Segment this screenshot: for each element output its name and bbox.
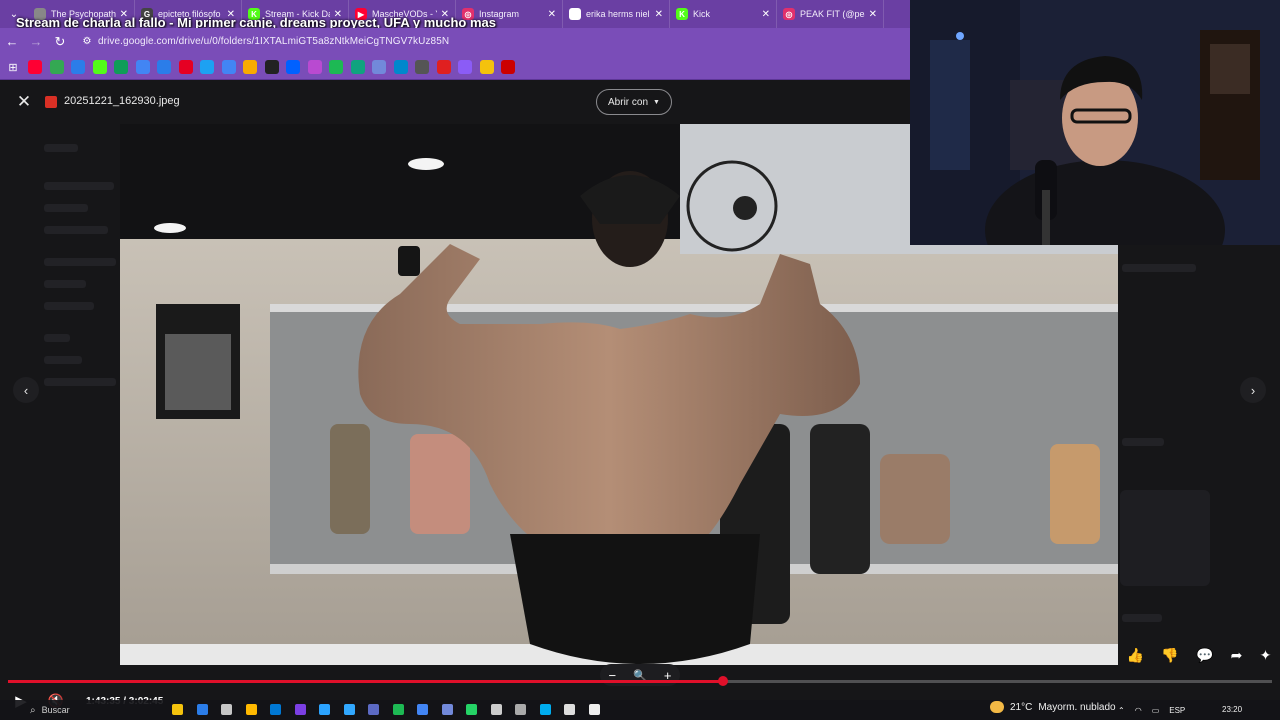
bookmark-icon[interactable] — [436, 60, 451, 74]
dislike-icon[interactable]: 👎 — [1161, 647, 1178, 664]
bookmarks-bar: ⊞ — [0, 55, 910, 80]
taskbar-app-icon[interactable] — [294, 704, 306, 715]
like-icon[interactable]: 👍 — [1127, 647, 1144, 664]
tab-close-icon[interactable]: ✕ — [762, 9, 770, 20]
weather-temp: 21°C — [1010, 701, 1033, 713]
file-name: 20251221_162930.jpeg — [64, 95, 180, 107]
weather-widget[interactable]: 21°C Mayorm. nublado — [990, 701, 1116, 713]
taskbar-app-icon[interactable] — [441, 704, 453, 715]
wifi-icon[interactable]: ◠ — [1135, 706, 1142, 715]
weather-icon — [990, 701, 1004, 713]
taskbar-app-icon[interactable] — [368, 704, 379, 715]
tray-overflow-icon[interactable]: ⌃ — [1118, 706, 1125, 715]
bookmark-icon[interactable] — [415, 60, 429, 74]
bookmark-icon[interactable] — [479, 60, 494, 74]
address-bar: ← → ↻ ⚙ drive.google.com/drive/u/0/folde… — [0, 28, 910, 55]
url-field[interactable]: drive.google.com/drive/u/0/folders/1IXTA… — [98, 36, 449, 47]
bookmark-icon[interactable] — [221, 60, 236, 74]
bookmark-icon[interactable] — [393, 60, 408, 74]
taskbar-app-icon[interactable] — [245, 704, 257, 715]
close-icon[interactable]: ✕ — [14, 92, 34, 112]
browser-tab[interactable]: Gerika herms niel ✕ — [563, 0, 670, 28]
bookmark-icon[interactable] — [264, 60, 279, 74]
taskbar-app-icon[interactable] — [319, 704, 330, 715]
chevron-down-icon: ▼ — [653, 98, 660, 106]
bookmark-icon[interactable] — [28, 60, 42, 74]
monitor-icon[interactable]: ▭ — [1152, 706, 1160, 715]
image-file-icon — [45, 96, 57, 108]
bookmark-icon[interactable] — [458, 60, 472, 74]
bookmark-icon[interactable] — [92, 60, 107, 74]
clock[interactable]: 23:20 — [1222, 705, 1242, 714]
webcam-overlay — [910, 0, 1280, 245]
viewer-header: ✕ 20251221_162930.jpeg Abrir con ▼ — [0, 80, 910, 124]
taskbar-app-icon[interactable] — [466, 704, 477, 715]
player-actions: 👍 👎 💬 ➦ ✦ — [1118, 641, 1280, 669]
forward-icon[interactable]: → — [24, 28, 48, 55]
back-icon[interactable]: ← — [0, 28, 24, 55]
taskbar-search[interactable]: ⌕ Buscar — [30, 702, 70, 718]
bookmark-icon[interactable] — [135, 60, 150, 74]
video-progress-fill — [8, 680, 724, 683]
bookmark-icon[interactable] — [350, 60, 365, 74]
open-with-button[interactable]: Abrir con ▼ — [596, 89, 672, 115]
open-with-label: Abrir con — [608, 96, 649, 108]
site-info-icon[interactable]: ⚙ — [80, 35, 94, 49]
streamer-webcam — [910, 0, 1280, 245]
share-icon[interactable]: ➦ — [1231, 647, 1243, 664]
tab-title: Kick — [693, 9, 711, 19]
bookmark-icon[interactable] — [286, 60, 300, 74]
next-file-icon[interactable]: › — [1240, 377, 1266, 403]
tab-favicon-icon: K — [676, 8, 688, 20]
bookmark-icon[interactable] — [372, 60, 386, 74]
sparkle-icon[interactable]: ✦ — [1260, 647, 1272, 664]
taskbar-app-icon[interactable] — [270, 704, 281, 715]
comment-icon[interactable]: 💬 — [1196, 647, 1213, 664]
taskbar-app-icon[interactable] — [564, 704, 575, 715]
bookmark-icon[interactable] — [243, 60, 257, 74]
taskbar-app-icon[interactable] — [221, 704, 232, 715]
previous-file-icon[interactable]: ‹ — [13, 377, 39, 403]
bookmark-icon[interactable] — [71, 60, 85, 74]
taskbar-app-icon[interactable] — [343, 704, 355, 715]
bookmark-icon[interactable] — [200, 60, 214, 74]
tab-close-icon[interactable]: ✕ — [655, 9, 663, 20]
taskbar-app-icon[interactable] — [539, 704, 551, 715]
bookmark-icon[interactable] — [114, 60, 128, 74]
taskbar-app-icon[interactable] — [392, 704, 404, 715]
taskbar-app-icon[interactable] — [172, 704, 183, 715]
bookmark-icon[interactable] — [501, 60, 515, 74]
browser-tab[interactable]: ◎ PEAK FIT (@peakf ✕ — [777, 0, 884, 28]
screen: ⌄ The Psychopath in✕Gepicteto filósofo✕K… — [0, 0, 1280, 720]
search-placeholder: Buscar — [41, 705, 70, 715]
tab-close-icon[interactable]: ✕ — [548, 9, 556, 20]
bookmark-icon[interactable] — [329, 60, 343, 74]
tab-close-icon[interactable]: ✕ — [869, 9, 877, 20]
taskbar-app-icon[interactable] — [588, 704, 600, 715]
taskbar-app-icon[interactable] — [417, 704, 428, 715]
taskbar-app-icon[interactable] — [196, 704, 208, 715]
bookmark-icon[interactable] — [178, 60, 193, 74]
video-progress-bar[interactable] — [8, 676, 1272, 686]
bookmark-icon[interactable] — [157, 60, 171, 74]
tab-favicon-icon: ◎ — [783, 8, 795, 20]
search-icon: ⌕ — [30, 704, 36, 716]
language-indicator[interactable]: ESP — [1169, 706, 1185, 715]
tab-favicon-icon: G — [569, 8, 581, 20]
browser-tab[interactable]: K Kick ✕ — [670, 0, 777, 28]
system-tray: ⌃ ◠ ▭ ESP — [1118, 700, 1195, 720]
taskbar-app-icon[interactable] — [490, 704, 502, 715]
reload-icon[interactable]: ↻ — [48, 28, 72, 55]
bookmark-icon[interactable] — [49, 60, 64, 74]
taskbar-app-icon[interactable] — [515, 704, 526, 715]
bookmark-icon[interactable] — [307, 60, 322, 74]
weather-desc: Mayorm. nublado — [1038, 701, 1116, 713]
tab-title: PEAK FIT (@peakf — [800, 9, 865, 19]
apps-grid-icon[interactable]: ⊞ — [6, 54, 20, 81]
tab-title: erika herms niel — [586, 9, 650, 19]
